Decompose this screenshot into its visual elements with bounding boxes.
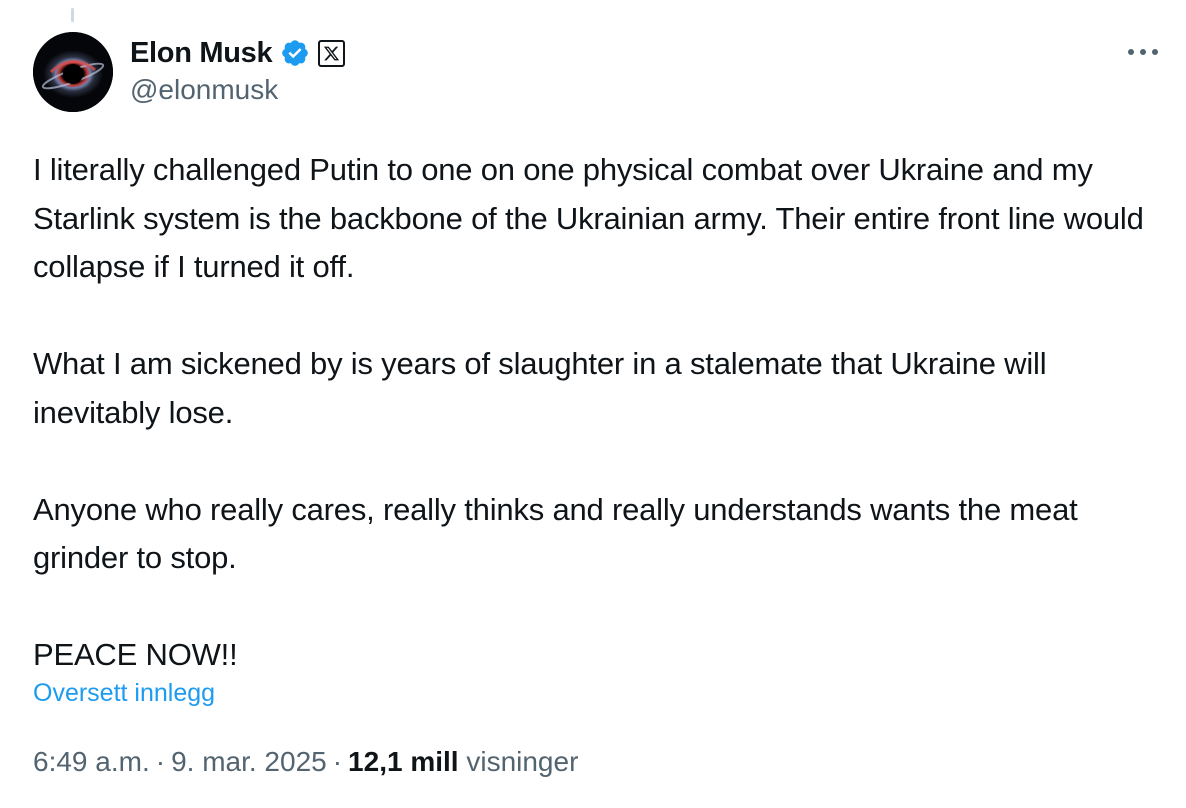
more-options-icon: [1128, 49, 1158, 55]
x-logo-icon[interactable]: [318, 39, 346, 67]
tweet-metadata: 6:49 a.m. · 9. mar. 2025 · 12,1 mill visning…: [33, 746, 578, 778]
translate-post-link[interactable]: Oversett innlegg: [33, 679, 215, 708]
author-name-row: Elon Musk: [130, 34, 346, 72]
separator: ·: [332, 746, 343, 777]
more-options-button[interactable]: [1123, 38, 1163, 66]
author-info: Elon Musk @elonmusk: [130, 34, 346, 106]
tweet-header: Elon Musk @elonmusk: [33, 32, 1163, 114]
avatar[interactable]: [33, 32, 113, 112]
author-handle[interactable]: @elonmusk: [130, 74, 345, 106]
black-hole-avatar-image: [33, 32, 113, 112]
tweet-paragraph: What I am sickened by is years of slaugh…: [33, 346, 1047, 430]
separator: ·: [155, 746, 166, 777]
tweet-text: I literally challenged Putin to one on o…: [33, 146, 1163, 680]
tweet-paragraph: I literally challenged Putin to one on o…: [33, 152, 1144, 284]
views-count: 12,1 mill: [348, 746, 459, 777]
thread-connector-line: [71, 8, 74, 22]
verified-badge-icon[interactable]: [280, 38, 310, 68]
tweet-paragraph: PEACE NOW!!: [33, 637, 238, 672]
tweet-paragraph: Anyone who really cares, really thinks a…: [33, 491, 1078, 576]
tweet-time[interactable]: 6:49 a.m.: [33, 746, 150, 777]
views-label: visninger: [466, 746, 579, 777]
tweet-date[interactable]: 9. mar. 2025: [171, 746, 327, 777]
author-display-name[interactable]: Elon Musk: [130, 37, 273, 70]
